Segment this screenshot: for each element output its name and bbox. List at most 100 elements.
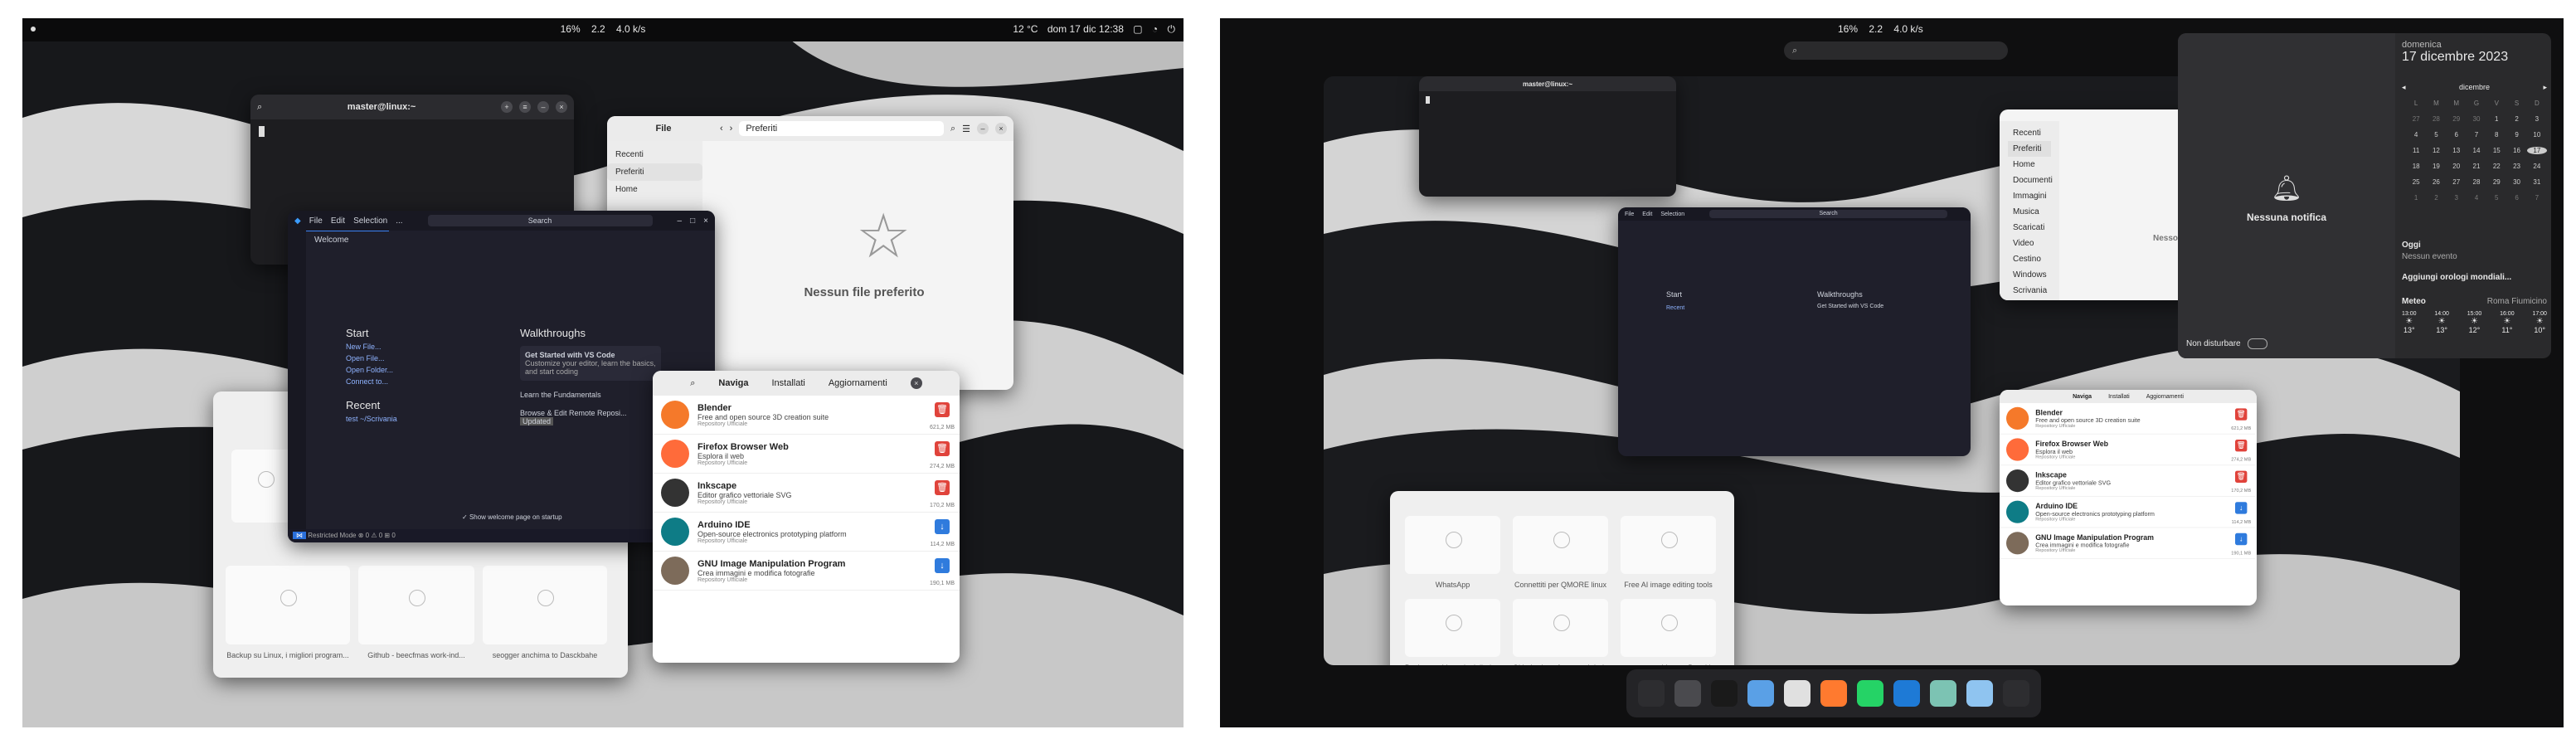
calendar-day[interactable]: 29 xyxy=(2447,115,2467,123)
calendar-day[interactable]: 28 xyxy=(2426,115,2446,123)
tab-thumbnail[interactable]: Github - beecfmas work-ind... xyxy=(358,566,474,659)
open-folder-link[interactable]: Open Folder... xyxy=(346,366,512,374)
app-grid-icon[interactable] xyxy=(2003,680,2029,707)
uninstall-button[interactable]: 🗑︎ xyxy=(2235,440,2248,452)
calendar-day[interactable]: 30 xyxy=(2467,115,2486,123)
search-icon[interactable]: ⌕ xyxy=(257,102,262,113)
new-tab-icon[interactable]: + xyxy=(501,101,513,113)
menu-edit[interactable]: Edit xyxy=(331,216,345,226)
calendar-day[interactable]: 20 xyxy=(2447,163,2467,170)
uninstall-button[interactable]: 🗑︎ xyxy=(2235,408,2248,421)
tab-thumbnail[interactable]: seogger anchima to Dasckbahe xyxy=(483,566,607,659)
calendar-day[interactable]: 4 xyxy=(2467,194,2486,202)
close-icon[interactable]: × xyxy=(910,377,922,389)
calendar-day[interactable]: 16 xyxy=(2506,147,2526,154)
sidebar-item[interactable]: Cestino xyxy=(2008,251,2051,267)
terminal-window[interactable]: master@linux:~ xyxy=(1419,76,1676,197)
software-icon[interactable] xyxy=(1966,680,1993,707)
vscode-icon[interactable] xyxy=(1893,680,1920,707)
tab-thumbnail[interactable]: Github - beecfmas work-ind... xyxy=(1513,599,1608,665)
tab-thumbnail[interactable]: Free AI image editing tools xyxy=(1621,516,1716,589)
connect-link[interactable]: Connect to... xyxy=(346,377,512,386)
unity-icon[interactable] xyxy=(1711,680,1738,707)
calendar-day[interactable]: 13 xyxy=(2447,147,2467,154)
calendar-day[interactable]: 2 xyxy=(2426,194,2446,202)
calendar-popover[interactable]: 🔔︎ Nessuna notifica Non disturbare domen… xyxy=(2178,33,2551,358)
calendar-day[interactable]: 7 xyxy=(2527,194,2547,202)
calendar-day[interactable]: 24 xyxy=(2527,163,2547,170)
sidebar-item[interactable]: Windows xyxy=(2008,267,2051,283)
vscode-window[interactable]: File Edit Selection Search Start Recent … xyxy=(1618,207,1971,456)
tab-thumbnail[interactable]: seogger anchima to Dasckbahe xyxy=(1621,599,1716,665)
tab-updates[interactable]: Aggiornamenti xyxy=(829,378,887,388)
calendar-day[interactable]: 5 xyxy=(2486,194,2506,202)
calendar-day[interactable]: 1 xyxy=(2486,115,2506,123)
calendar-day[interactable]: 28 xyxy=(2467,178,2486,186)
add-world-clocks[interactable]: Aggiungi orologi mondiali... xyxy=(2402,273,2547,282)
install-button[interactable]: ↓ xyxy=(2235,532,2248,546)
browser-tabs-overview[interactable]: WhatsApp Connettiti per QMORE linux Free A… xyxy=(1390,491,1734,665)
walkthrough-remote[interactable]: Browse & Edit Remote Reposi... Updated xyxy=(520,409,661,425)
calendar-day[interactable]: 5 xyxy=(2426,131,2446,139)
calendar-day[interactable]: 11 xyxy=(2406,147,2426,154)
uninstall-button[interactable]: 🗑︎ xyxy=(935,441,950,456)
minimize-icon[interactable]: – xyxy=(678,216,683,226)
prev-month-icon[interactable]: ◂ xyxy=(2402,83,2406,92)
software-window[interactable]: Naviga Installati Aggiornamenti Blender F… xyxy=(2000,390,2257,605)
app-row-4[interactable]: Arduino IDE Open-source electronics proto… xyxy=(2000,497,2255,528)
menu-icon[interactable]: ≡ xyxy=(519,101,531,113)
sidebar-item[interactable]: Documenti xyxy=(2008,173,2053,188)
close-icon[interactable]: × xyxy=(556,101,567,113)
recent-item[interactable]: test ~/Scrivania xyxy=(346,415,512,423)
vscode-window[interactable]: ◆ File Edit Selection ... Search – □ × W… xyxy=(288,211,715,542)
terminal-cursor[interactable] xyxy=(259,126,265,137)
sidebar-item-home[interactable]: Home xyxy=(607,181,702,198)
tab-installed[interactable]: Installati xyxy=(771,378,804,388)
app-row-2[interactable]: Firefox Browser Web Esplora il web Reposit… xyxy=(2000,435,2255,466)
app-row-1[interactable]: Blender Free and open source 3D creation … xyxy=(2000,403,2255,435)
sidebar-item[interactable]: Recenti xyxy=(2008,125,2051,141)
tab-thumbnail[interactable]: WhatsApp xyxy=(1405,516,1500,589)
tab-welcome[interactable]: Welcome xyxy=(306,231,389,250)
calendar-day[interactable]: 8 xyxy=(2486,131,2506,139)
location-bar[interactable]: Preferiti xyxy=(739,121,944,136)
calendar-day[interactable]: 2 xyxy=(2506,115,2526,123)
command-search[interactable]: Search xyxy=(427,215,653,226)
tab-thumbnail[interactable]: Backup su Linux, i migliori program... xyxy=(1405,599,1500,665)
search-icon[interactable]: ⌕ xyxy=(690,378,695,389)
sidebar-item[interactable]: Video xyxy=(2008,236,2051,251)
app-row-2[interactable]: Firefox Browser Web Esplora il web Reposit… xyxy=(653,435,960,474)
calendar-day[interactable]: 21 xyxy=(2467,163,2486,170)
software-window[interactable]: ⌕ Naviga Installati Aggiornamenti × Blen… xyxy=(653,371,960,663)
new-file-link[interactable]: New File... xyxy=(346,343,512,351)
install-button[interactable]: ↓ xyxy=(935,519,950,534)
search-icon[interactable]: ⌕ xyxy=(950,124,955,134)
sidebar-item[interactable]: Preferiti xyxy=(2008,141,2051,157)
calendar-day[interactable]: 22 xyxy=(2486,163,2506,170)
sidebar-item[interactable]: Home xyxy=(2008,157,2051,173)
firefox-icon[interactable] xyxy=(1820,680,1847,707)
calendar-day[interactable]: 7 xyxy=(2467,131,2486,139)
install-button[interactable]: ↓ xyxy=(2235,502,2248,514)
sidebar-item-starred[interactable]: Preferiti xyxy=(607,163,702,181)
calendar-day[interactable]: 30 xyxy=(2506,178,2526,186)
calendar-day[interactable]: 15 xyxy=(2486,147,2506,154)
forward-icon[interactable]: › xyxy=(730,124,733,134)
dnd-toggle[interactable]: Non disturbare xyxy=(2186,338,2268,349)
weather-indicator[interactable]: 12 °C xyxy=(1013,23,1038,35)
toggle-switch[interactable] xyxy=(2248,338,2268,349)
calendar-day[interactable]: 9 xyxy=(2506,131,2526,139)
view-icon[interactable]: ☰ xyxy=(962,124,970,134)
chatgpt-icon[interactable] xyxy=(1930,680,1956,707)
remote-indicator[interactable]: ⋈ xyxy=(293,532,306,539)
chrome-icon[interactable] xyxy=(1784,680,1810,707)
close-icon[interactable]: × xyxy=(995,123,1007,134)
uninstall-button[interactable]: 🗑︎ xyxy=(935,480,950,495)
show-welcome-checkbox[interactable]: ✓ Show welcome page on startup xyxy=(462,513,562,521)
weather-forecast[interactable]: 13:00 ☀ 13° 14:00 ☀ 13° 15:00 ☀ 12° 16:00 ☀ 11° 17:0… xyxy=(2402,311,2547,334)
app-row-5[interactable]: GNU Image Manipulation Program Crea immag… xyxy=(2000,528,2255,559)
calendar-day[interactable]: 10 xyxy=(2527,131,2547,139)
calendar-day[interactable]: 26 xyxy=(2426,178,2446,186)
calendar-day[interactable]: 23 xyxy=(2506,163,2526,170)
menu-selection[interactable]: Selection xyxy=(353,216,387,226)
